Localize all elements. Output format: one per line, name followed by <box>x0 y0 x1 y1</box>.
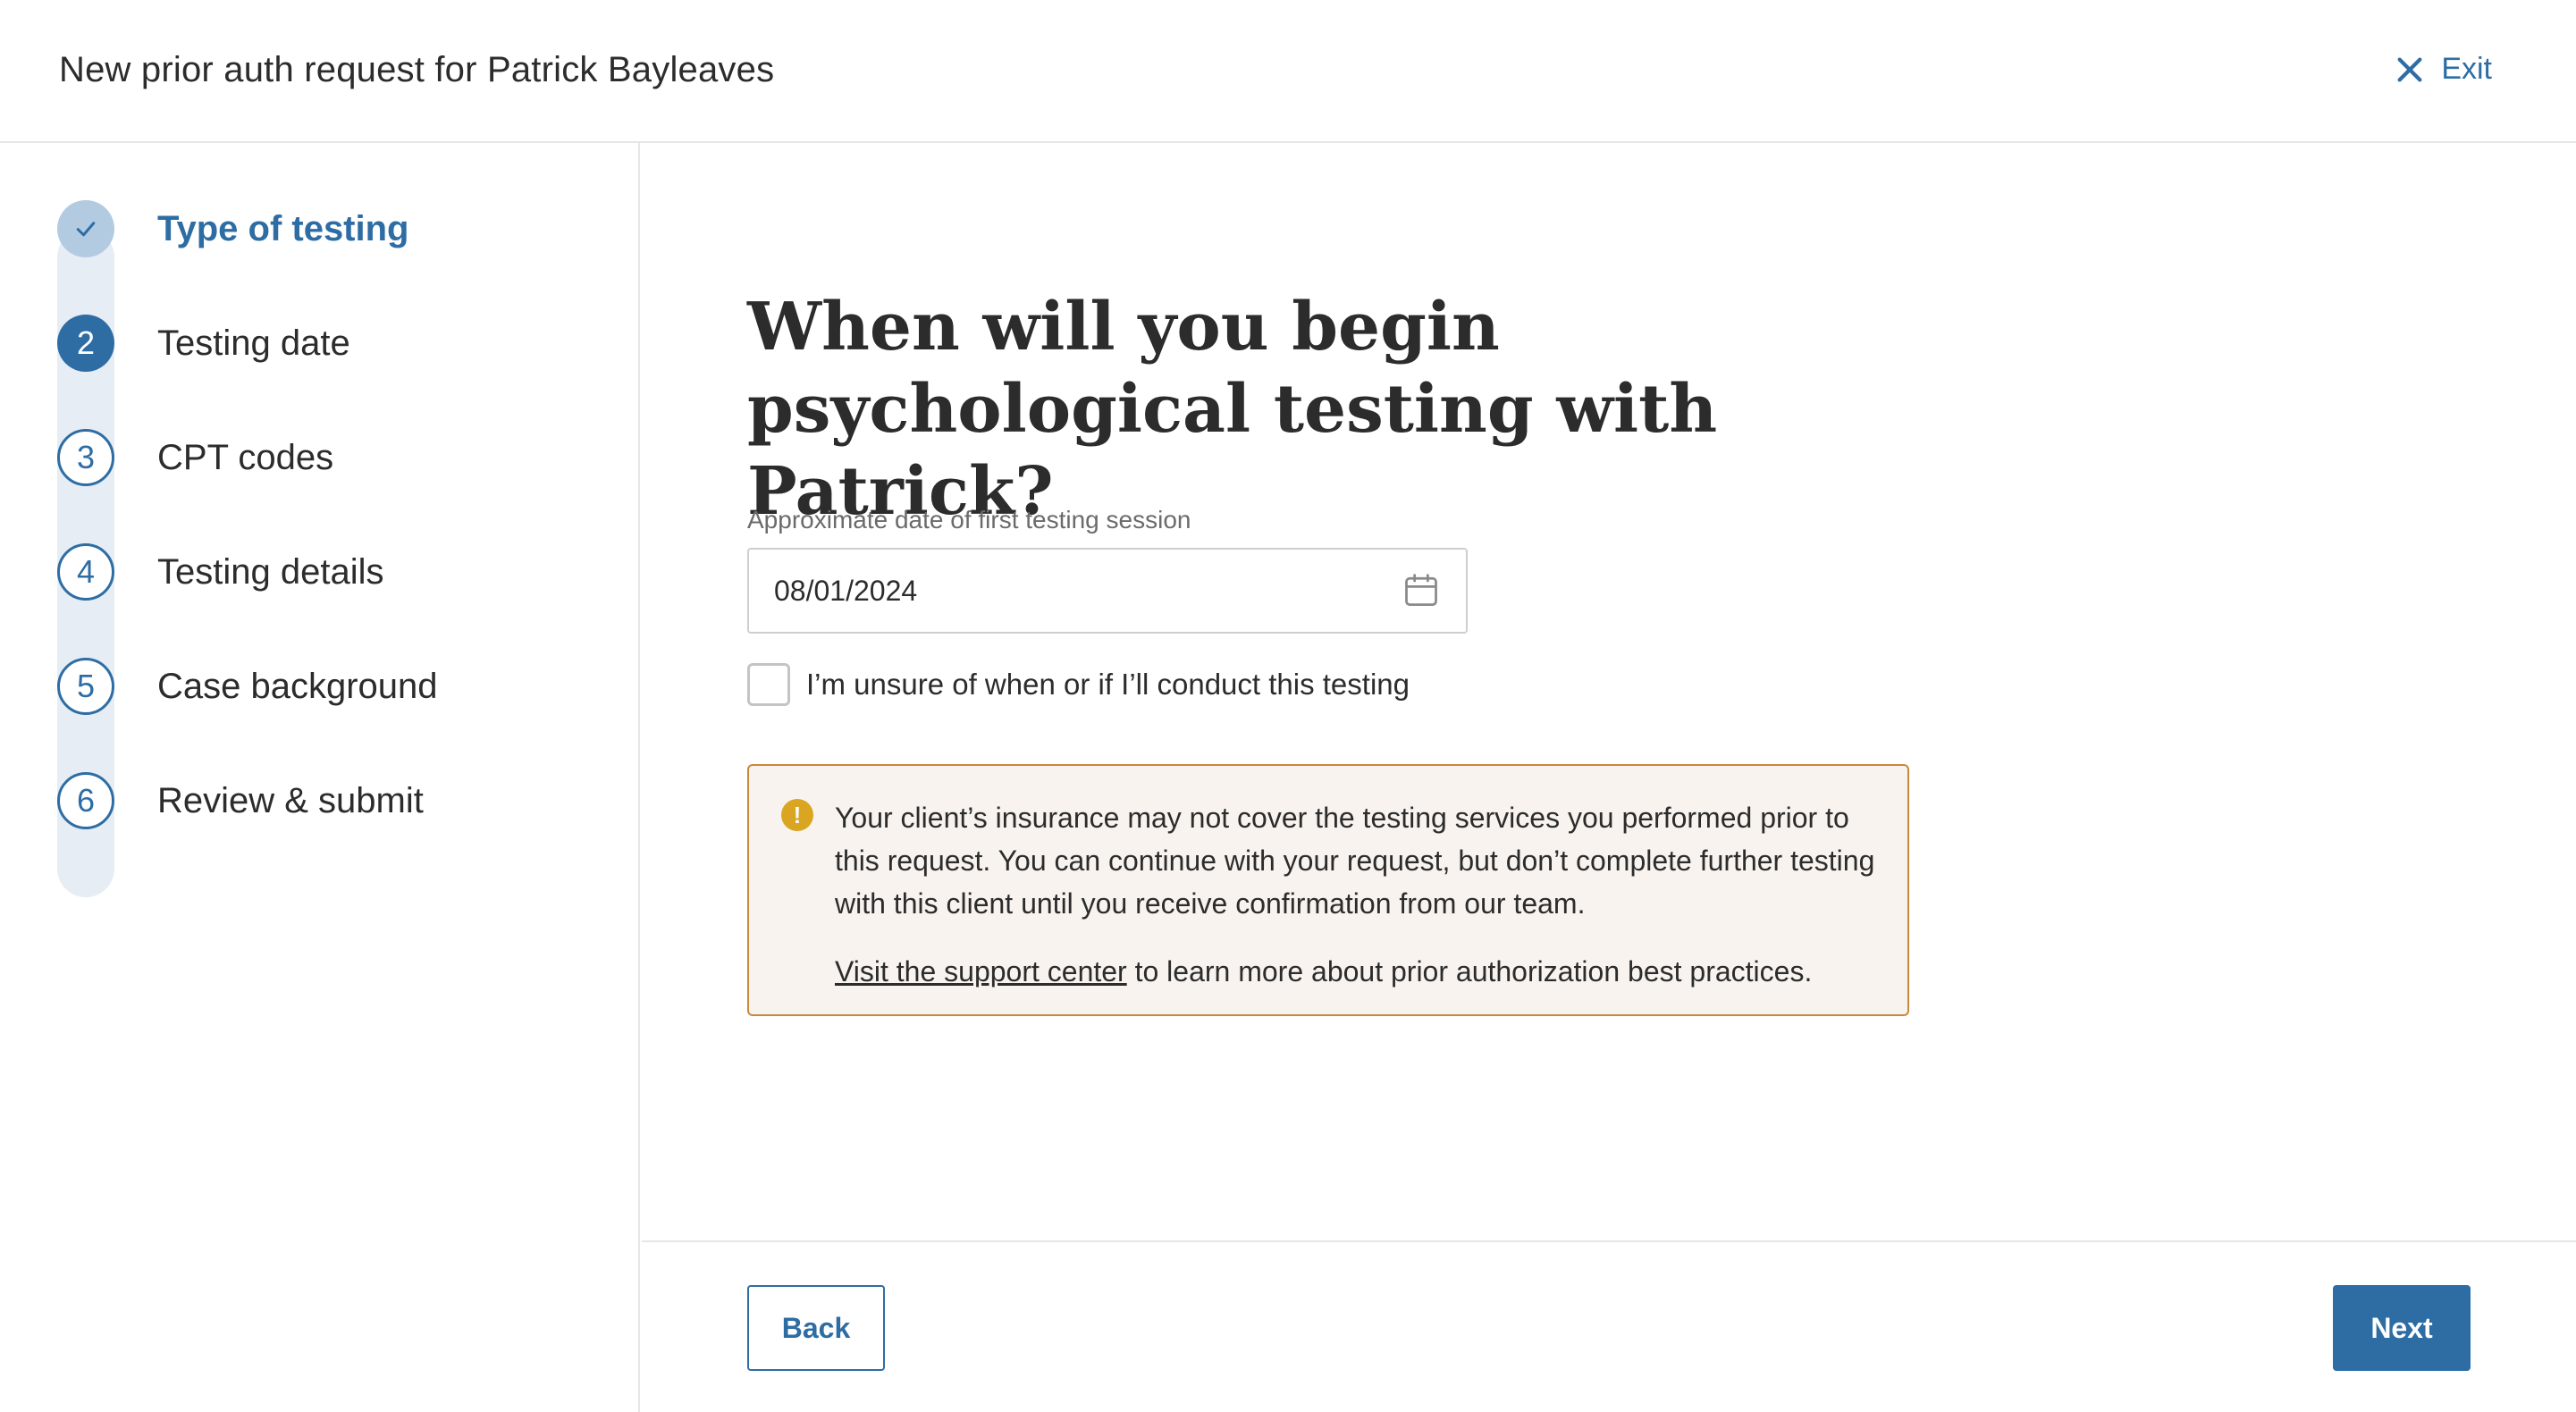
date-input[interactable]: 08/01/2024 <box>747 548 1468 634</box>
alert-link-suffix: to learn more about prior authorization … <box>1126 955 1813 988</box>
footer-actions: Back Next <box>642 1240 2576 1412</box>
step-label: Type of testing <box>157 208 409 248</box>
calendar-icon[interactable] <box>1402 571 1441 610</box>
exit-label: Exit <box>2441 52 2492 86</box>
alert-message: Your client’s insurance may not cover th… <box>835 802 1875 920</box>
checkmark-icon <box>76 222 96 237</box>
unsure-checkbox-label[interactable]: I’m unsure of when or if I’ll conduct th… <box>806 668 1410 702</box>
step-number-marker: 6 <box>57 772 114 829</box>
date-field-label: Approximate date of first testing sessio… <box>747 506 1191 534</box>
step-number-marker: 3 <box>57 429 114 486</box>
exit-button[interactable]: Exit <box>2395 52 2492 87</box>
step-cpt-codes[interactable]: 3 CPT codes <box>57 429 333 486</box>
step-label: Testing details <box>157 551 384 592</box>
unsure-checkbox[interactable] <box>747 663 790 706</box>
top-bar: New prior auth request for Patrick Bayle… <box>0 0 2576 143</box>
step-testing-details[interactable]: 4 Testing details <box>57 543 383 601</box>
step-label: Case background <box>157 666 438 706</box>
step-number-marker: 5 <box>57 658 114 715</box>
insurance-warning-alert: ! Your client’s insurance may not cover … <box>747 764 1909 1016</box>
page-title: New prior auth request for Patrick Bayle… <box>59 50 775 89</box>
support-center-link[interactable]: Visit the support center <box>835 955 1127 988</box>
question-heading: When will you begin psychological testin… <box>747 289 1718 530</box>
date-input-value: 08/01/2024 <box>774 574 918 607</box>
warning-icon: ! <box>781 799 813 831</box>
step-type-of-testing[interactable]: Type of testing <box>57 200 408 257</box>
step-complete-marker <box>57 200 114 257</box>
step-number-marker: 4 <box>57 543 114 601</box>
progress-stepper: Type of testing 2 Testing date 3 CPT cod… <box>0 143 640 1412</box>
step-label: CPT codes <box>157 437 334 477</box>
unsure-option[interactable]: I’m unsure of when or if I’ll conduct th… <box>747 663 1410 706</box>
step-case-background[interactable]: 5 Case background <box>57 658 438 715</box>
step-number-marker: 2 <box>57 315 114 372</box>
alert-support-line: Visit the support center to learn more a… <box>835 950 1898 993</box>
step-review-submit[interactable]: 6 Review & submit <box>57 772 424 829</box>
step-label: Review & submit <box>157 780 424 820</box>
step-testing-date[interactable]: 2 Testing date <box>57 315 350 372</box>
close-icon <box>2397 57 2422 81</box>
main-content: When will you begin psychological testin… <box>642 143 2576 1412</box>
next-button[interactable]: Next <box>2333 1285 2471 1371</box>
step-label: Testing date <box>157 323 350 363</box>
back-button[interactable]: Back <box>747 1285 885 1371</box>
